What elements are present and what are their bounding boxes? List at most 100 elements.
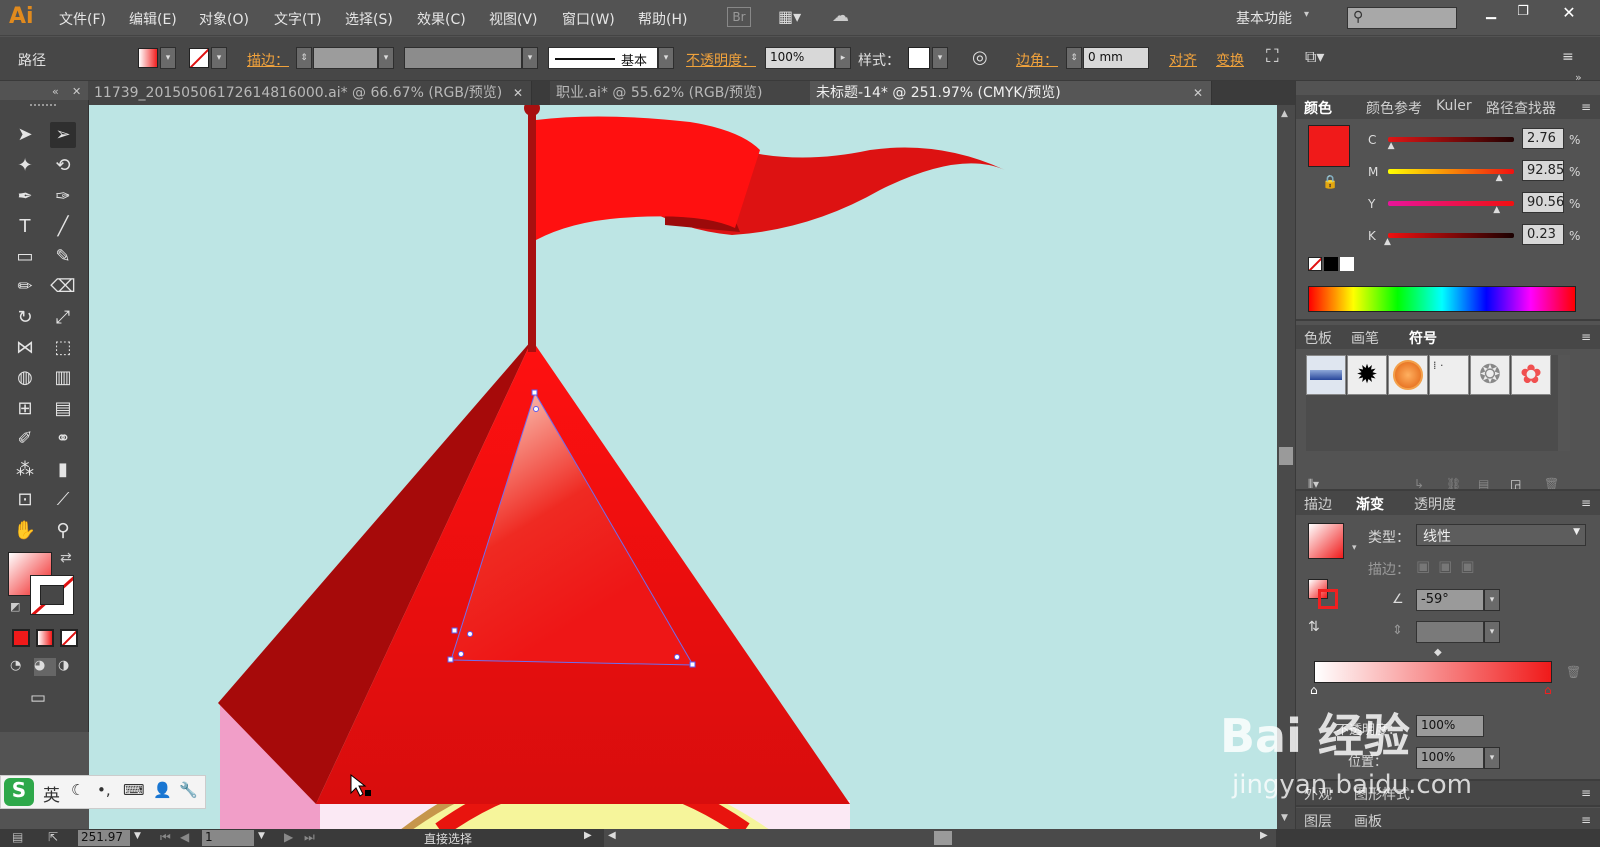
lasso-tool-icon[interactable]: ⟲	[50, 153, 76, 179]
artboard-canvas[interactable]	[89, 105, 1277, 829]
sogou-logo[interactable]: S	[4, 778, 34, 806]
minimize-button[interactable]: ▁	[1478, 5, 1504, 27]
document-profile-icon[interactable]: ▤	[12, 830, 23, 844]
close-icon[interactable]: ✕	[1193, 81, 1203, 105]
tab-artboards[interactable]: 画板	[1354, 811, 1382, 831]
opacity-field[interactable]: 100%	[765, 47, 835, 69]
tab-transparency[interactable]: 透明度	[1414, 494, 1456, 514]
panel-menu-icon[interactable]: ≡	[1581, 330, 1591, 344]
graphic-style-swatch[interactable]	[908, 47, 930, 69]
scroll-thumb[interactable]	[1279, 447, 1293, 465]
symbol-item[interactable]: ⁞ ·	[1429, 355, 1469, 395]
magenta-slider-thumb[interactable]: ▲	[1496, 173, 1503, 183]
shape-builder-tool-icon[interactable]: ◍	[12, 365, 38, 391]
gradient-midpoint[interactable]: ◆	[1434, 647, 1442, 658]
menu-window[interactable]: 窗口(W)	[562, 9, 615, 29]
stroke-weight-dropdown[interactable]: ▾	[378, 47, 394, 69]
wrench-icon[interactable]: 🔧	[179, 781, 198, 799]
panel-menu-icon[interactable]: ≡	[1581, 100, 1591, 114]
next-artboard-icon[interactable]: ▶	[284, 830, 293, 844]
variable-width-field[interactable]	[404, 47, 522, 69]
paintbrush-tool-icon[interactable]: ✎	[50, 244, 76, 270]
slice-tool-icon[interactable]: ⟋	[50, 487, 76, 513]
stroke-weight-stepper[interactable]: ⇕	[296, 47, 312, 69]
menu-select[interactable]: 选择(S)	[345, 9, 393, 29]
tab-color[interactable]: 颜色	[1304, 98, 1332, 118]
symbols-scrollbar[interactable]	[1558, 355, 1570, 451]
workspace-switcher[interactable]: 基本功能	[1236, 8, 1292, 28]
hand-tool-icon[interactable]: ✋	[12, 518, 38, 544]
close-icon[interactable]: ✕	[513, 81, 523, 105]
symbol-item[interactable]: ✿	[1511, 355, 1551, 395]
stroke-color-box[interactable]	[30, 575, 74, 615]
out-of-gamut-icon[interactable]: 🔒	[1322, 175, 1338, 190]
first-artboard-icon[interactable]: ⏮	[160, 830, 171, 845]
width-tool-icon[interactable]: ⋈	[12, 335, 38, 361]
menu-view[interactable]: 视图(V)	[489, 9, 538, 29]
tab-stroke[interactable]: 描边	[1304, 494, 1332, 514]
menu-file[interactable]: 文件(F)	[59, 9, 106, 29]
brush-dropdown[interactable]: ▾	[658, 47, 674, 69]
none-swatch[interactable]	[1308, 257, 1322, 271]
control-menu-icon[interactable]: ≡	[1562, 49, 1574, 65]
close-toolbox-icon[interactable]: ✕	[72, 85, 81, 98]
scroll-down-icon[interactable]: ▼	[1281, 813, 1288, 823]
workspace-dropdown-icon[interactable]: ▾	[1304, 9, 1309, 20]
recolor-artwork-icon[interactable]: ◎	[972, 47, 988, 68]
sync-settings-icon[interactable]: ☁	[832, 6, 860, 28]
gradient-slider[interactable]	[1314, 661, 1552, 683]
selection-tool-icon[interactable]: ➤	[12, 122, 38, 148]
select-similar-icon[interactable]: ⧉▾	[1305, 47, 1324, 67]
artboard-tool-icon[interactable]: ⊡	[12, 487, 38, 513]
toolbox-grip[interactable]	[30, 104, 56, 110]
draw-inside-icon[interactable]: ◑	[58, 658, 80, 676]
stop-location-field[interactable]: 100%	[1416, 747, 1484, 769]
previous-artboard-icon[interactable]: ◀	[180, 830, 189, 844]
gradient-presets-icon[interactable]: ▾	[1352, 543, 1357, 553]
artboard-dropdown-icon[interactable]: ▼	[258, 831, 265, 841]
tab-symbols[interactable]: 符号	[1409, 328, 1437, 348]
corner-field[interactable]: 0 mm	[1083, 47, 1149, 69]
zoom-tool-icon[interactable]: ⚲	[50, 518, 76, 544]
corner-label[interactable]: 边角：	[1016, 50, 1058, 70]
search-input[interactable]: ⚲	[1347, 7, 1457, 29]
moon-icon[interactable]: ☾	[71, 781, 84, 799]
gradient-angle-field[interactable]: -59°	[1416, 589, 1484, 611]
black-value[interactable]: 0.23	[1522, 224, 1564, 245]
zoom-field[interactable]: 251.97	[78, 830, 130, 846]
magic-wand-tool-icon[interactable]: ✦	[12, 153, 38, 179]
rectangle-tool-icon[interactable]: ▭	[12, 244, 38, 270]
tab-layers[interactable]: 图层	[1304, 811, 1332, 831]
opacity-arrow[interactable]: ▸	[835, 47, 851, 69]
cyan-slider[interactable]	[1388, 137, 1514, 142]
angle-dropdown[interactable]: ▾	[1484, 589, 1500, 611]
collapse-dock-icon[interactable]: »	[1575, 71, 1582, 84]
screen-mode-icon[interactable]: ▭	[30, 688, 58, 710]
scroll-right-icon[interactable]: ▶	[1260, 830, 1268, 841]
scroll-up-icon[interactable]: ▲	[1281, 109, 1288, 119]
artboard-number-field[interactable]: 1	[202, 830, 254, 846]
swap-colors-icon[interactable]: ⇄	[60, 550, 72, 566]
gradient-stop-start[interactable]: ⌂	[1310, 683, 1318, 697]
yellow-slider-thumb[interactable]: ▲	[1493, 205, 1500, 215]
close-button[interactable]: ✕	[1554, 3, 1584, 25]
pen-tool-icon[interactable]: ✒	[12, 184, 38, 210]
horizontal-scrollbar[interactable]: ◀ ▶	[604, 829, 1276, 847]
blend-tool-icon[interactable]: ⚭	[50, 426, 76, 452]
line-segment-tool-icon[interactable]: ╱	[50, 214, 76, 240]
gradient-mode-button[interactable]	[36, 629, 54, 647]
delete-stop-icon[interactable]: 🗑	[1566, 665, 1581, 679]
keyboard-icon[interactable]: ⌨	[123, 781, 145, 799]
variable-width-dropdown[interactable]: ▾	[522, 47, 538, 69]
free-transform-tool-icon[interactable]: ⬚	[50, 335, 76, 361]
symbol-item[interactable]	[1306, 355, 1346, 395]
scroll-left-icon[interactable]: ◀	[608, 830, 616, 841]
menu-effect[interactable]: 效果(C)	[417, 9, 466, 29]
tab-gradient[interactable]: 渐变	[1356, 494, 1384, 514]
corner-stepper[interactable]: ⇕	[1066, 47, 1082, 69]
status-menu-icon[interactable]: ▶	[584, 830, 592, 841]
scale-tool-icon[interactable]: ⤢	[50, 305, 76, 331]
draw-behind-icon[interactable]: ◕	[34, 658, 56, 676]
share-icon[interactable]: ⇱	[48, 830, 58, 844]
black-slider[interactable]	[1388, 233, 1514, 238]
